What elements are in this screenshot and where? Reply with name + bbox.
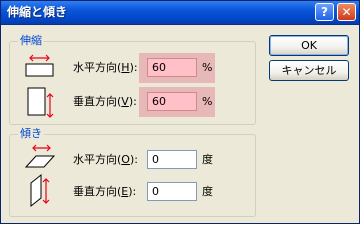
skew-vertical-label: 垂直方向(E): xyxy=(73,185,137,198)
cancel-button-label: キャンセル xyxy=(281,63,337,77)
close-icon: ✕ xyxy=(341,5,352,19)
skew-vertical-unit: 度 xyxy=(202,185,213,198)
stretch-horizontal-icon xyxy=(25,54,54,77)
stretch-horizontal-unit: % xyxy=(202,61,213,74)
help-icon: ? xyxy=(321,5,328,19)
skew-horizontal-unit: 度 xyxy=(202,153,213,166)
stretch-vertical-input[interactable] xyxy=(147,92,197,111)
skew-group-label: 傾き xyxy=(18,127,44,140)
stretch-horizontal-input[interactable] xyxy=(147,58,197,77)
stretch-vertical-label: 垂直方向(V): xyxy=(73,95,137,108)
close-button[interactable]: ✕ xyxy=(337,3,356,21)
skew-vertical-icon xyxy=(30,173,50,208)
skew-vertical-input[interactable] xyxy=(147,182,197,201)
help-button[interactable]: ? xyxy=(315,3,334,21)
skew-horizontal-input[interactable] xyxy=(147,150,197,169)
ok-button-label: OK xyxy=(301,38,317,52)
skew-horizontal-label: 水平方向(O): xyxy=(73,153,138,166)
stretch-horizontal-label: 水平方向(H): xyxy=(73,61,138,74)
stretch-vertical-icon xyxy=(27,87,54,118)
stretch-vertical-unit: % xyxy=(202,95,213,108)
cancel-button[interactable]: キャンセル xyxy=(269,60,349,81)
dialog-window: 伸縮と傾き ? ✕ 伸縮 水平方向(H): % 垂直方向(V): % 傾き xyxy=(0,0,360,224)
dialog-title: 伸縮と傾き xyxy=(7,5,68,19)
skew-horizontal-icon xyxy=(25,144,56,168)
stretch-group-label: 伸縮 xyxy=(18,34,44,47)
title-bar[interactable]: 伸縮と傾き ? ✕ xyxy=(1,1,359,25)
ok-button[interactable]: OK xyxy=(269,35,349,56)
